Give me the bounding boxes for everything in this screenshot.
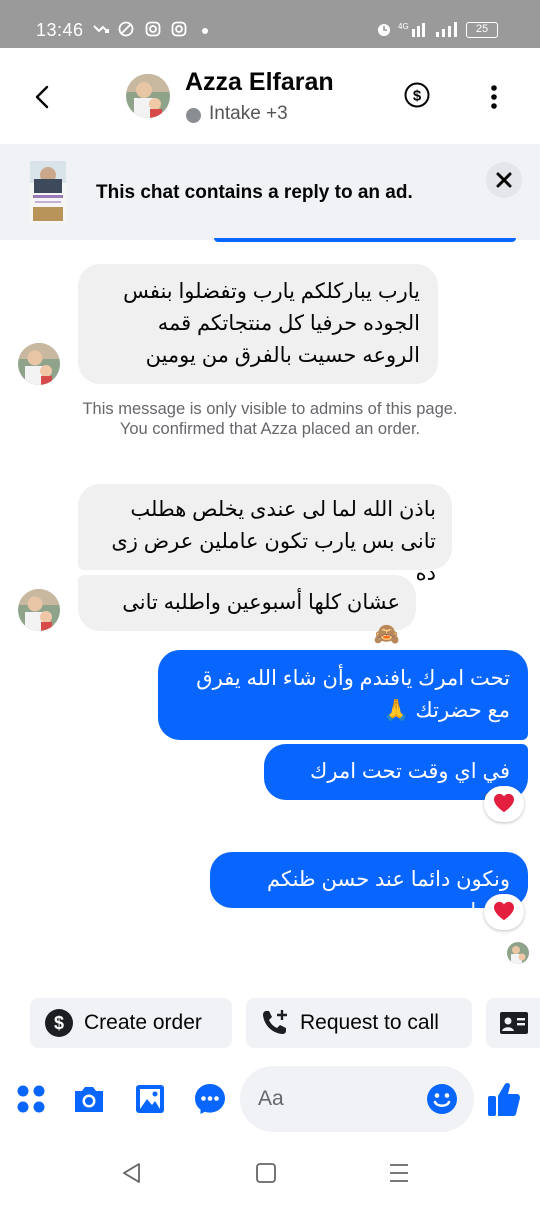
status-time: 13:46: [36, 20, 84, 40]
dollar-circle-icon: $: [45, 1009, 73, 1037]
alarm-icon: [378, 24, 390, 36]
contact-card-icon: [500, 1012, 528, 1034]
create-order-label: Create order: [84, 1011, 202, 1034]
ad-banner-text: This chat contains a reply to an ad.: [96, 182, 413, 203]
request-call-button[interactable]: Request to call: [246, 998, 472, 1048]
menu-dots-icon[interactable]: [14, 1082, 48, 1116]
customer-avatar[interactable]: [18, 589, 60, 631]
customer-avatar[interactable]: [18, 343, 60, 385]
svg-text:$: $: [54, 1013, 64, 1033]
svg-text:$: $: [413, 88, 422, 105]
contact-avatar[interactable]: [126, 74, 170, 118]
contact-card-button[interactable]: [486, 998, 540, 1048]
nav-back-icon[interactable]: [119, 1160, 145, 1186]
gallery-icon[interactable]: [133, 1082, 167, 1116]
admin-order-note: This message is only visible to admins o…: [82, 400, 458, 438]
4g-signal-icon: 4G: [398, 22, 425, 37]
dollar-circle-icon[interactable]: $: [404, 82, 430, 108]
no-sound-icon: [118, 21, 134, 37]
contact-name: Azza Elfaran: [185, 68, 334, 96]
message-input[interactable]: [240, 1066, 474, 1132]
message-outgoing[interactable]: ونكون دائما عند حسن ظنكم دائما: [210, 852, 528, 923]
message-incoming[interactable]: يارب يباركلكم يارب وتفضلوا بنفس الجوده ح…: [78, 264, 438, 384]
emoji-icon[interactable]: [426, 1083, 458, 1115]
presence-dot: [186, 108, 201, 123]
notification-dot: [202, 28, 208, 34]
request-call-label: Request to call: [300, 1011, 439, 1034]
seen-avatar: [507, 942, 529, 964]
ad-thumbnail[interactable]: [30, 161, 66, 223]
chat-bubble-icon[interactable]: [193, 1082, 227, 1116]
battery-icon: 25: [466, 22, 498, 38]
message-outgoing[interactable]: تحت امرك يافندم وأن شاء الله يفرق مع حضر…: [158, 650, 528, 740]
heart-icon: [494, 901, 514, 921]
heart-reaction[interactable]: [484, 894, 524, 930]
missed-call-icon: [93, 25, 109, 33]
message-text-field[interactable]: [258, 1084, 418, 1114]
messenger-chat-screen: 13:46 4G 25 Azza Elfaran Intake +3 $ Thi…: [0, 0, 540, 1206]
instagram-icon: [145, 21, 161, 37]
ad-reply-banner: This chat contains a reply to an ad.: [0, 144, 540, 240]
signal-bars-icon: [436, 22, 457, 37]
status-bar: 13:46 4G 25: [0, 0, 540, 48]
close-icon: [496, 172, 512, 188]
create-order-button[interactable]: $ Create order: [30, 998, 232, 1048]
nav-recents-icon[interactable]: [386, 1160, 412, 1186]
phone-add-icon: [263, 1010, 287, 1034]
svg-text:4G: 4G: [398, 22, 409, 31]
instagram-icon: [171, 21, 187, 37]
contact-labels[interactable]: Intake +3: [209, 103, 288, 125]
more-vertical-icon[interactable]: [487, 84, 501, 110]
message-incoming[interactable]: عشان كلها أسبوعين واطلبه تانى 🙈: [78, 575, 416, 646]
close-banner-button[interactable]: [486, 162, 522, 198]
thumbs-up-icon[interactable]: [487, 1080, 521, 1118]
previous-message-bubble: [214, 238, 516, 242]
message-incoming[interactable]: باذن الله لما لى عندى يخلص هطلب تانى بس …: [78, 484, 452, 585]
android-nav-bar: [0, 1140, 540, 1206]
chat-header: Azza Elfaran Intake +3 $: [0, 48, 540, 144]
nav-home-icon[interactable]: [253, 1160, 279, 1186]
heart-icon: [494, 793, 514, 813]
back-arrow-icon[interactable]: [30, 84, 56, 110]
camera-icon[interactable]: [72, 1082, 106, 1116]
heart-reaction[interactable]: [484, 786, 524, 822]
